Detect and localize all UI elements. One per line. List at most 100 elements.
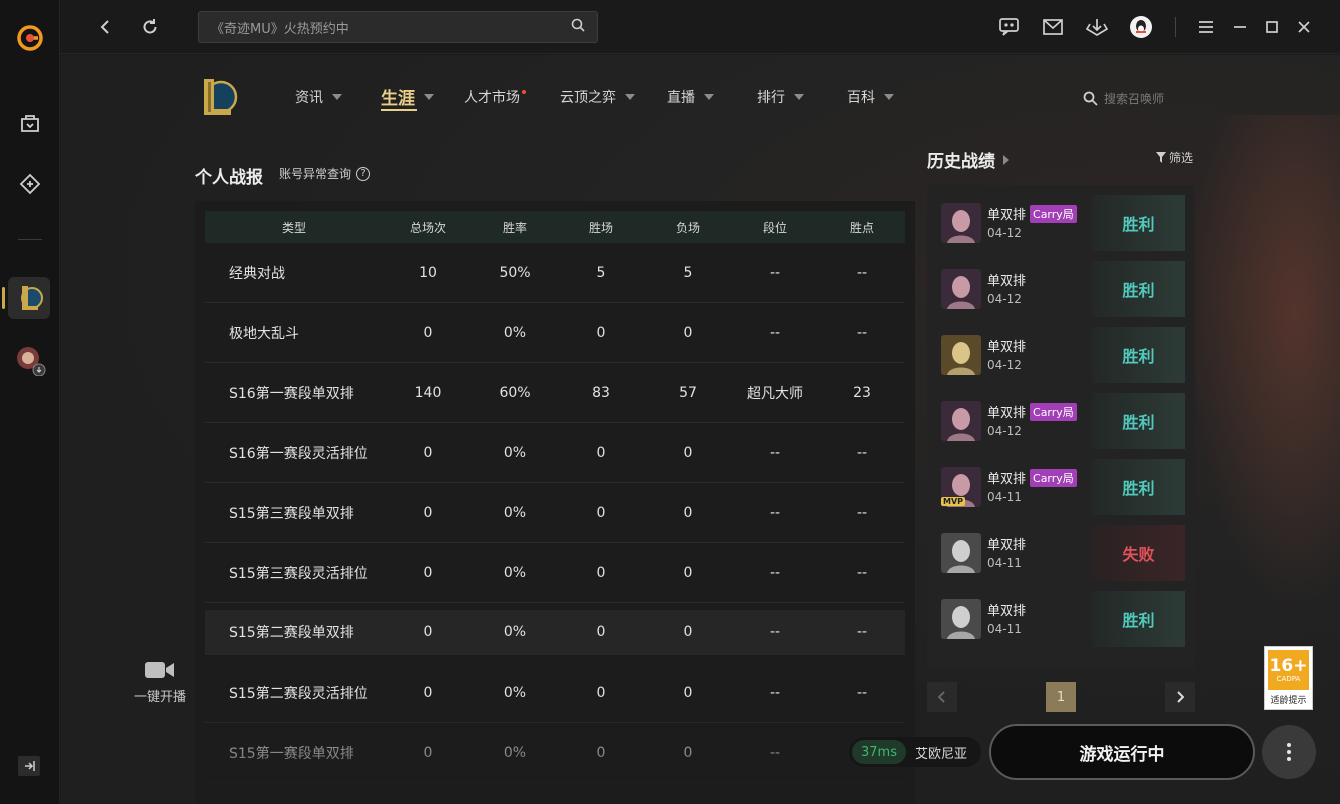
wegame-logo-icon[interactable] bbox=[14, 22, 46, 54]
prev-page-button[interactable] bbox=[927, 682, 957, 712]
nav-item-label: 排行 bbox=[757, 90, 785, 106]
stats-table-row[interactable]: S16第一赛段单双排 140 60% 83 57 超凡大师 23 bbox=[205, 363, 905, 423]
caret-down-icon bbox=[794, 94, 804, 100]
cell-wins: 0 bbox=[596, 624, 606, 640]
launch-game-button[interactable]: 游戏运行中 bbox=[989, 724, 1255, 780]
filter-button[interactable]: 筛选 bbox=[1156, 149, 1193, 166]
lol-logo-icon[interactable] bbox=[199, 76, 239, 118]
cell-total: 140 bbox=[414, 384, 442, 401]
match-mode: 单双排 bbox=[987, 534, 1026, 553]
nav-item-career[interactable]: 生涯 bbox=[381, 84, 434, 109]
nav-item-live[interactable]: 直播 bbox=[667, 87, 714, 107]
match-mode-label: 单双排 bbox=[987, 604, 1027, 619]
account-abnormal-query-link[interactable]: 账号异常查询 ? bbox=[279, 165, 371, 182]
match-history-item[interactable]: MVP 单双排 Carry局 04-11 胜利 bbox=[927, 449, 1195, 515]
summoner-search-input[interactable]: 搜索召唤师 bbox=[1083, 90, 1164, 107]
stats-table-row[interactable]: S15第三赛段灵活排位 0 0% 0 0 -- -- bbox=[205, 543, 905, 603]
header-lp: 胜点 bbox=[849, 220, 874, 235]
match-mode-label: 单双排 bbox=[987, 208, 1027, 223]
match-history-item[interactable]: 单双排 Carry局 04-12 胜利 bbox=[927, 185, 1195, 251]
store-icon[interactable] bbox=[14, 107, 46, 139]
cell-losses: 0 bbox=[683, 444, 693, 461]
match-history-item[interactable]: 单双排 04-12 胜利 bbox=[927, 317, 1195, 383]
cell-wins: 0 bbox=[596, 444, 606, 461]
caret-down-icon bbox=[332, 94, 342, 100]
cell-lp: -- bbox=[856, 504, 868, 521]
match-date: 04-12 bbox=[987, 358, 1022, 372]
server-selector[interactable]: 37ms 艾欧尼亚 bbox=[849, 737, 981, 767]
lol-game-icon[interactable] bbox=[14, 282, 46, 314]
cell-wins: 0 bbox=[596, 744, 606, 761]
mu-game-icon[interactable] bbox=[14, 344, 46, 376]
maximize-icon[interactable] bbox=[1259, 14, 1285, 40]
refresh-icon[interactable] bbox=[137, 14, 163, 40]
stats-table-row[interactable]: 经典对战 10 50% 5 5 -- -- bbox=[205, 243, 905, 303]
match-result: 胜利 bbox=[1092, 459, 1185, 515]
cell-total: 0 bbox=[423, 744, 433, 761]
cell-total: 10 bbox=[419, 264, 437, 281]
close-icon[interactable] bbox=[1291, 14, 1317, 40]
cell-type: S16第一赛段单双排 bbox=[229, 385, 354, 402]
more-options-button[interactable] bbox=[1262, 725, 1316, 779]
cell-winrate: 0% bbox=[503, 444, 527, 461]
menu-icon[interactable] bbox=[1193, 14, 1219, 40]
stats-table-row[interactable]: S16第一赛段灵活排位 0 0% 0 0 -- -- bbox=[205, 423, 905, 483]
champion-avatar-icon bbox=[941, 203, 981, 243]
stats-table-header: 类型 总场次 胜率 胜场 负场 段位 胜点 bbox=[205, 211, 905, 243]
gamepad-icon[interactable] bbox=[14, 168, 46, 200]
back-icon[interactable] bbox=[92, 14, 118, 40]
chat-icon[interactable] bbox=[996, 14, 1022, 40]
cell-type: S15第三赛段单双排 bbox=[229, 505, 354, 522]
match-history-list: 单双排 Carry局 04-12 胜利 单双排 04-12 胜利 单双排 04-12 胜利 单双排 C… bbox=[927, 185, 1195, 669]
search-icon[interactable] bbox=[571, 18, 585, 36]
match-result: 胜利 bbox=[1092, 327, 1185, 383]
cell-winrate: 0% bbox=[503, 504, 527, 521]
match-history-item[interactable]: 单双排 04-11 胜利 bbox=[927, 581, 1195, 647]
nav-item-label: 人才市场 bbox=[464, 90, 520, 106]
stats-table: 类型 总场次 胜率 胜场 负场 段位 胜点 经典对战 10 50% 5 5 -- -- 极地大… bbox=[195, 201, 915, 804]
title-bar: 《奇迹MU》火热预约中 bbox=[60, 0, 1340, 54]
cell-losses: 0 bbox=[683, 684, 693, 701]
stats-table-row[interactable]: S15第三赛段单双排 0 0% 0 0 -- -- bbox=[205, 483, 905, 543]
stats-table-row[interactable]: 极地大乱斗 0 0% 0 0 -- -- bbox=[205, 303, 905, 363]
caret-down-icon bbox=[884, 94, 894, 100]
mail-icon[interactable] bbox=[1040, 14, 1066, 40]
qq-avatar-icon[interactable] bbox=[1128, 14, 1154, 40]
search-icon bbox=[1083, 91, 1098, 106]
match-mode-label: 单双排 bbox=[987, 472, 1027, 487]
cell-rank: -- bbox=[769, 444, 781, 461]
match-mode: 单双排 bbox=[987, 600, 1026, 619]
match-history-link[interactable]: 历史战绩 bbox=[927, 147, 1009, 172]
nav-item-tft[interactable]: 云顶之弈 bbox=[560, 87, 635, 107]
cell-rank: 超凡大师 bbox=[747, 385, 803, 402]
top-search-input[interactable]: 《奇迹MU》火热预约中 bbox=[198, 11, 598, 43]
match-mode: 单双排 Carry局 bbox=[987, 402, 1077, 421]
header-total: 总场次 bbox=[409, 220, 446, 235]
nav-item-ranking[interactable]: 排行 bbox=[757, 87, 804, 107]
next-page-button[interactable] bbox=[1165, 682, 1195, 712]
download-icon[interactable] bbox=[1084, 14, 1110, 40]
match-result: 胜利 bbox=[1092, 393, 1185, 449]
titlebar-divider bbox=[1175, 17, 1176, 37]
match-history-item[interactable]: 单双排 04-12 胜利 bbox=[927, 251, 1195, 317]
match-history-item[interactable]: 单双排 04-11 失败 bbox=[927, 515, 1195, 581]
stats-table-row[interactable]: S15第二赛段单双排 0 0% 0 0 -- -- bbox=[205, 610, 905, 655]
stats-table-row[interactable]: S15第二赛段灵活排位 0 0% 0 0 -- -- bbox=[205, 663, 905, 723]
help-icon[interactable]: ? bbox=[356, 166, 371, 181]
page-number-button[interactable]: 1 bbox=[1046, 682, 1076, 712]
one-click-stream-button[interactable]: 一键开播 bbox=[125, 660, 195, 705]
nav-item-news[interactable]: 资讯 bbox=[295, 87, 342, 107]
nav-item-wiki[interactable]: 百科 bbox=[847, 87, 894, 107]
cell-lp: -- bbox=[856, 624, 868, 640]
nav-item-talent-market[interactable]: 人才市场 bbox=[464, 87, 526, 107]
minimize-icon[interactable] bbox=[1227, 14, 1253, 40]
collapse-sidebar-icon[interactable] bbox=[18, 756, 40, 776]
stream-label: 一键开播 bbox=[133, 690, 186, 705]
cell-losses: 5 bbox=[683, 264, 693, 281]
chevron-right-icon bbox=[1177, 691, 1184, 703]
cell-total: 0 bbox=[423, 684, 433, 701]
match-history-item[interactable]: 单双排 Carry局 04-12 胜利 bbox=[927, 383, 1195, 449]
match-mode: 单双排 Carry局 bbox=[987, 468, 1077, 487]
stats-table-row[interactable]: S15第一赛段单双排00%00---- bbox=[205, 723, 905, 783]
top-search-placeholder: 《奇迹MU》火热预约中 bbox=[211, 21, 349, 37]
